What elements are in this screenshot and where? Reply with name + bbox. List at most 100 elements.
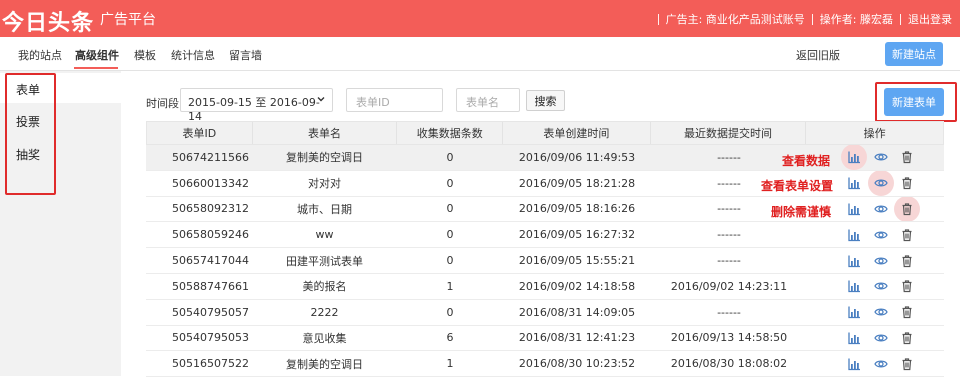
- last-submit-cell: 2016/08/30 18:08:02: [670, 357, 788, 371]
- created-time-cell: 2016/09/06 11:49:53: [518, 150, 636, 164]
- record-count-cell: 0: [446, 176, 454, 190]
- date-range-value: 2015-09-15 至 2016-09-14: [188, 96, 320, 123]
- delete-icon[interactable]: [900, 176, 914, 190]
- view-data-icon[interactable]: [847, 254, 861, 268]
- last-submit-cell: 2016/09/02 14:23:11: [670, 279, 788, 293]
- col-record-count: 收集数据条数: [397, 122, 504, 144]
- delete-icon[interactable]: [900, 357, 914, 371]
- record-count-cell: 1: [446, 357, 454, 371]
- view-data-icon[interactable]: [847, 357, 861, 371]
- delete-icon[interactable]: [900, 150, 914, 164]
- form-id-cell: 50540795057: [172, 305, 249, 319]
- date-range-select[interactable]: 2015-09-15 至 2016-09-14: [180, 88, 333, 123]
- form-id-cell: 50658092312: [172, 202, 249, 216]
- view-settings-icon[interactable]: [874, 279, 888, 293]
- view-settings-icon[interactable]: [874, 331, 888, 345]
- form-name-input[interactable]: 表单名: [456, 88, 520, 112]
- delete-icon[interactable]: [900, 305, 914, 319]
- view-settings-icon[interactable]: [874, 305, 888, 319]
- record-count-cell: 0: [446, 305, 454, 319]
- created-time-cell: 2016/08/31 12:41:23: [518, 331, 636, 345]
- tab-advanced-components[interactable]: 高级组件: [75, 47, 119, 63]
- form-id-cell: 50657417044: [172, 254, 249, 268]
- col-form-name: 表单名: [253, 122, 398, 144]
- table-row: 50658059246 ww 0 2016/09/05 16:27:32 ------: [146, 222, 944, 249]
- record-count-cell: 0: [446, 150, 454, 164]
- main-nav: 我的站点 高级组件 模板 统计信息 留言墙 返回旧版 新建站点: [0, 37, 960, 71]
- delete-icon[interactable]: [900, 202, 914, 216]
- search-button[interactable]: 搜索: [526, 90, 565, 111]
- form-id-cell: 50658059246: [172, 228, 249, 242]
- divider: [811, 13, 813, 25]
- created-time-cell: 2016/08/31 14:09:05: [518, 305, 636, 319]
- form-name-cell: ww: [315, 228, 334, 242]
- view-settings-icon[interactable]: [874, 228, 888, 242]
- tab-message-wall[interactable]: 留言墙: [229, 47, 262, 63]
- created-time-cell: 2016/09/02 14:18:58: [518, 279, 636, 293]
- table-header: 表单ID 表单名 收集数据条数 表单创建时间 最近数据提交时间 操作: [146, 121, 944, 145]
- col-last-submit-time: 最近数据提交时间: [651, 122, 807, 144]
- view-settings-icon[interactable]: [874, 202, 888, 216]
- view-settings-icon[interactable]: [874, 150, 888, 164]
- last-submit-cell: ------: [717, 305, 741, 319]
- col-created-time: 表单创建时间: [503, 122, 651, 144]
- view-data-icon[interactable]: [847, 305, 861, 319]
- logo[interactable]: 今日头条: [2, 5, 94, 37]
- record-count-cell: 6: [446, 331, 454, 345]
- actions-cell: [807, 222, 944, 247]
- table-row: 50540795053 意见收集 6 2016/08/31 12:41:23 2016/…: [146, 326, 944, 352]
- tab-statistics[interactable]: 统计信息: [171, 47, 215, 63]
- table-row: 50540795057 2222 0 2016/08/31 14:09:05 -----…: [146, 300, 944, 326]
- actions-cell: [807, 326, 944, 351]
- divider: [657, 13, 659, 25]
- created-time-cell: 2016/09/05 18:16:26: [518, 202, 636, 216]
- view-data-icon[interactable]: [847, 279, 861, 293]
- view-data-icon[interactable]: [847, 150, 861, 164]
- form-name-cell: 复制美的空调日: [286, 357, 363, 371]
- view-data-icon[interactable]: [847, 176, 861, 190]
- form-id-cell: 50516507522: [172, 357, 249, 371]
- view-data-icon[interactable]: [847, 331, 861, 345]
- form-name-cell: 意见收集: [302, 331, 347, 345]
- view-settings-icon[interactable]: [874, 176, 888, 190]
- created-time-cell: 2016/09/05 18:21:28: [518, 176, 636, 190]
- back-to-old-version-link[interactable]: 返回旧版: [796, 47, 840, 63]
- view-settings-icon[interactable]: [874, 357, 888, 371]
- form-name-cell: 2222: [310, 305, 339, 319]
- delete-icon[interactable]: [900, 331, 914, 345]
- col-actions: 操作: [863, 127, 886, 140]
- table-row: 50516507522 复制美的空调日 1 2016/08/30 10:23:52 20…: [146, 351, 944, 377]
- tab-templates[interactable]: 模板: [134, 47, 156, 63]
- record-count-cell: 0: [446, 254, 454, 268]
- new-form-button[interactable]: 新建表单: [884, 88, 944, 116]
- table-row: 50588747661 美的报名 1 2016/09/02 14:18:58 2016/…: [146, 274, 944, 300]
- form-name-cell: 对对对: [308, 177, 341, 191]
- tab-my-sites[interactable]: 我的站点: [18, 47, 62, 63]
- view-data-icon[interactable]: [847, 228, 861, 242]
- delete-icon[interactable]: [900, 279, 914, 293]
- new-site-button[interactable]: 新建站点: [885, 42, 943, 66]
- sidebar-annotation-box: [5, 73, 56, 195]
- time-range-label: 时间段: [146, 97, 179, 110]
- form-name-cell: 美的报名: [302, 280, 347, 294]
- actions-cell: [807, 248, 944, 273]
- annotation-delete-caution: 删除需谨慎: [771, 205, 832, 219]
- delete-icon[interactable]: [900, 228, 914, 242]
- col-form-id: 表单ID: [147, 122, 253, 144]
- last-submit-cell: ------: [717, 228, 741, 242]
- form-name-cell: 田建平测试表单: [286, 254, 363, 268]
- chevron-down-icon: [317, 97, 325, 102]
- annotation-view-data: 查看数据: [782, 154, 831, 168]
- created-time-cell: 2016/09/05 15:55:21: [518, 254, 636, 268]
- form-id-cell: 50660013342: [172, 176, 249, 190]
- last-submit-cell: ------: [717, 254, 741, 268]
- view-settings-icon[interactable]: [874, 254, 888, 268]
- form-id-input[interactable]: 表单ID: [346, 88, 443, 112]
- delete-icon[interactable]: [900, 254, 914, 268]
- form-id-cell: 50540795053: [172, 331, 249, 345]
- record-count-cell: 0: [446, 228, 454, 242]
- account-bar: 广告主: 商业化产品测试账号 操作者: 滕宏磊 退出登录: [651, 11, 960, 27]
- logout-link[interactable]: 退出登录: [908, 11, 952, 27]
- annotation-view-settings: 查看表单设置: [761, 179, 834, 193]
- view-data-icon[interactable]: [847, 202, 861, 216]
